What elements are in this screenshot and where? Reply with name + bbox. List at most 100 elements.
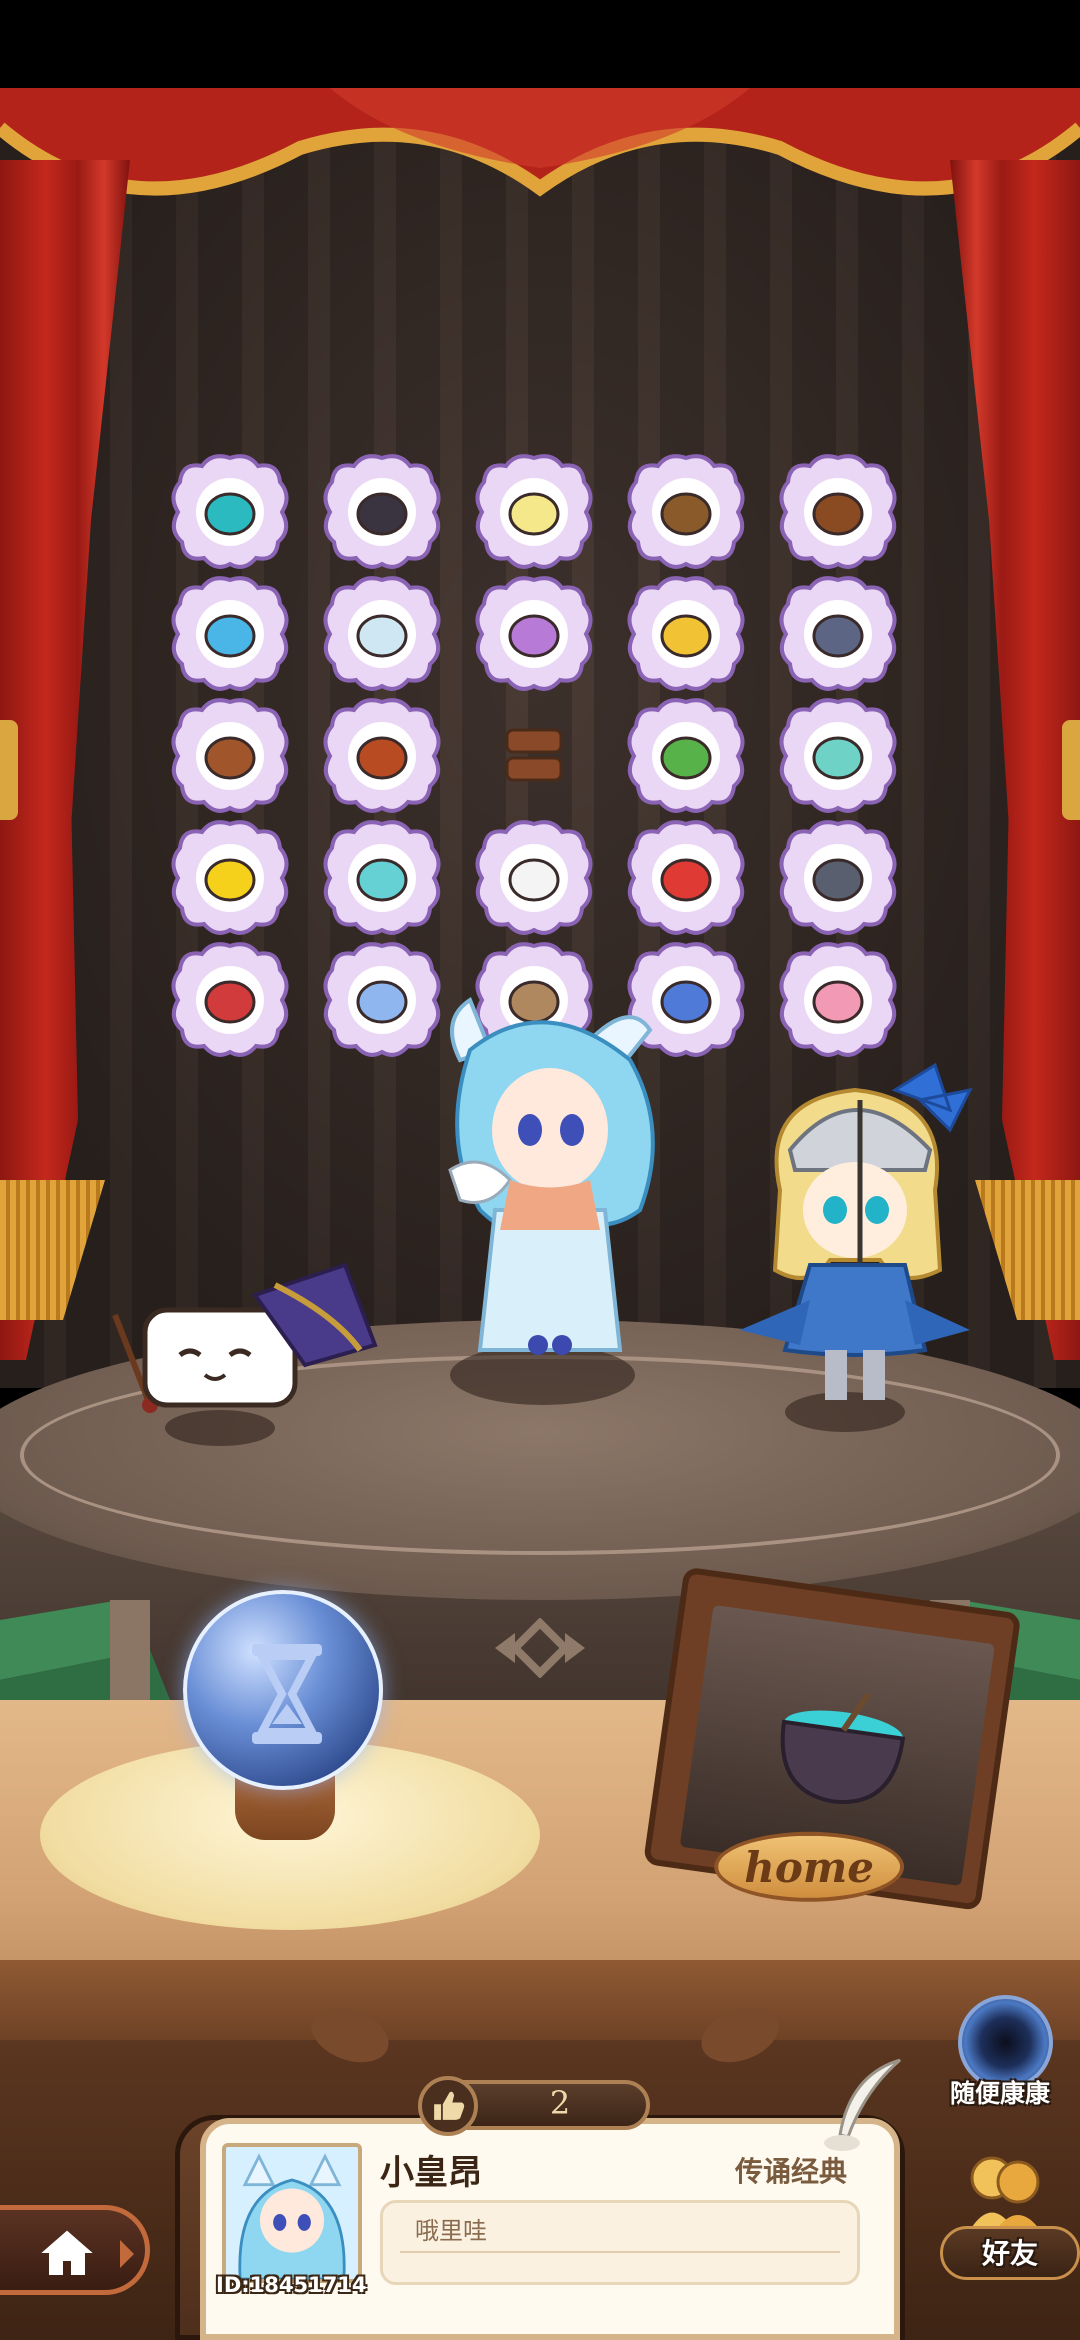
crescent-moon-icon <box>812 614 864 658</box>
ingredient-frame <box>171 698 289 813</box>
ingredient-slot-lily-flower[interactable] <box>474 452 594 572</box>
home-label-plate: home <box>714 1831 905 1902</box>
ingredient-frame <box>627 698 745 813</box>
ingredient-slot-yellow-flower[interactable] <box>170 818 290 938</box>
ingredient-frame <box>171 576 289 691</box>
cauldron-icon <box>780 1691 906 1805</box>
feather-quill-icon[interactable] <box>820 2055 910 2155</box>
hourglass-icon <box>252 1644 322 1744</box>
grey-ore-icon <box>812 858 864 902</box>
ingredient-frame <box>475 454 593 569</box>
jellyfish-icon <box>204 614 256 658</box>
ingredient-slot-red-apple[interactable] <box>626 818 746 938</box>
home-nav-arrow <box>120 2240 134 2268</box>
mud-pile-icon <box>660 492 712 536</box>
floor-rim <box>0 1960 1080 2040</box>
ingredient-slot-pink-worm[interactable] <box>778 940 898 1060</box>
blue-flower-icon <box>356 980 408 1024</box>
pear-icon <box>204 492 256 536</box>
message-text: 哦里哇 <box>415 2217 487 2245</box>
home-frame-label: home <box>744 1842 875 1892</box>
ingredient-slot-wood-plank[interactable] <box>170 696 290 816</box>
magma-rock-icon <box>356 736 408 780</box>
rainbow-feather-icon <box>812 736 864 780</box>
green-herb-icon <box>660 736 712 780</box>
ingredient-frame <box>505 728 563 782</box>
ingredient-slot-ice-crystal[interactable] <box>322 574 442 694</box>
ingredient-frame <box>475 820 593 935</box>
ingredient-frame <box>779 820 897 935</box>
empty-slot-icon <box>505 756 563 782</box>
thumbs-up-icon[interactable] <box>418 2076 478 2136</box>
home-frame-button[interactable]: home <box>639 1566 1041 1944</box>
empty-slot-icon <box>505 728 563 754</box>
red-branch-icon <box>204 980 256 1024</box>
curtain-tieback-right <box>1062 720 1080 820</box>
bilibili-tv-mascot[interactable] <box>105 1255 385 1415</box>
ingredient-frame <box>323 454 441 569</box>
ingredient-slot-empty-slot[interactable] <box>474 696 594 816</box>
likes-count: 2 <box>549 2084 571 2122</box>
ingredient-frame <box>779 698 897 813</box>
pink-worm-icon <box>812 980 864 1024</box>
ingredient-slot-grey-ore[interactable] <box>778 818 898 938</box>
glass-disk-icon <box>356 858 408 902</box>
yellow-flower-icon <box>204 858 256 902</box>
salt-crystal-icon <box>508 858 560 902</box>
stage-ornament-icon <box>495 1618 585 1678</box>
username: 小皇昂 <box>380 2153 482 2193</box>
curtain-tieback-left <box>0 720 18 820</box>
ingredient-frame <box>171 454 289 569</box>
ingredient-slot-salt-crystal[interactable] <box>474 818 594 938</box>
red-apple-icon <box>660 858 712 902</box>
ingredient-slot-green-herb[interactable] <box>626 696 746 816</box>
ingredient-frame <box>779 576 897 691</box>
ingredient-slot-jellyfish[interactable] <box>170 574 290 694</box>
user-id: ID:18451714 <box>216 2273 367 2297</box>
ingredient-frame <box>323 576 441 691</box>
message-underline <box>400 2251 840 2253</box>
ingredient-slot-golden-leaves[interactable] <box>626 574 746 694</box>
ingredient-slot-rainbow-feather[interactable] <box>778 696 898 816</box>
golden-leaves-icon <box>660 614 712 658</box>
avatar[interactable] <box>222 2143 362 2283</box>
ingredient-slot-brown-rock[interactable] <box>778 452 898 572</box>
ingredient-slot-magma-rock[interactable] <box>322 696 442 816</box>
ingredient-frame <box>627 820 745 935</box>
ingredient-collection-grid <box>170 452 930 1072</box>
ingredient-slot-pear[interactable] <box>170 452 290 572</box>
wood-plank-icon <box>204 736 256 780</box>
friends-label: 好友 <box>981 2237 1038 2270</box>
purple-coral-icon <box>508 614 560 658</box>
ingredient-frame <box>627 576 745 691</box>
ingredient-frame <box>171 820 289 935</box>
ingredient-slot-purple-coral[interactable] <box>474 574 594 694</box>
friends-button[interactable]: 好友 <box>930 2150 1080 2290</box>
ingredient-slot-crescent-moon[interactable] <box>778 574 898 694</box>
game-scene: home 随便康康 好友 2 ID:18451714 小皇昂 传诵经典 哦里哇 <box>0 0 1080 2340</box>
house-icon <box>41 2230 93 2275</box>
ingredient-frame <box>627 454 745 569</box>
shadow <box>165 1410 275 1446</box>
ingredient-slot-glass-disk[interactable] <box>322 818 442 938</box>
ingredient-frame <box>779 454 897 569</box>
ice-crystal-icon <box>356 614 408 658</box>
knight-girl-character[interactable] <box>720 1060 990 1410</box>
ingredient-frame <box>323 698 441 813</box>
friends-icon <box>970 2156 1040 2230</box>
ingredient-frame <box>475 576 593 691</box>
status-bar <box>0 0 1080 88</box>
random-visit-label: 随便康康 <box>949 2079 1050 2108</box>
lily-flower-icon <box>508 492 560 536</box>
ingredient-frame <box>171 942 289 1057</box>
black-shard-icon <box>356 492 408 536</box>
ingredient-slot-red-branch[interactable] <box>170 940 290 1060</box>
curtain-valance <box>0 88 1080 197</box>
ingredient-slot-mud-pile[interactable] <box>626 452 746 572</box>
crystal-ball-button[interactable] <box>183 1590 383 1790</box>
brown-rock-icon <box>812 492 864 536</box>
ingredient-slot-black-shard[interactable] <box>322 452 442 572</box>
catgirl-character[interactable] <box>400 980 690 1360</box>
home-nav-button[interactable] <box>0 2205 150 2295</box>
player-title: 传诵经典 <box>735 2155 848 2188</box>
